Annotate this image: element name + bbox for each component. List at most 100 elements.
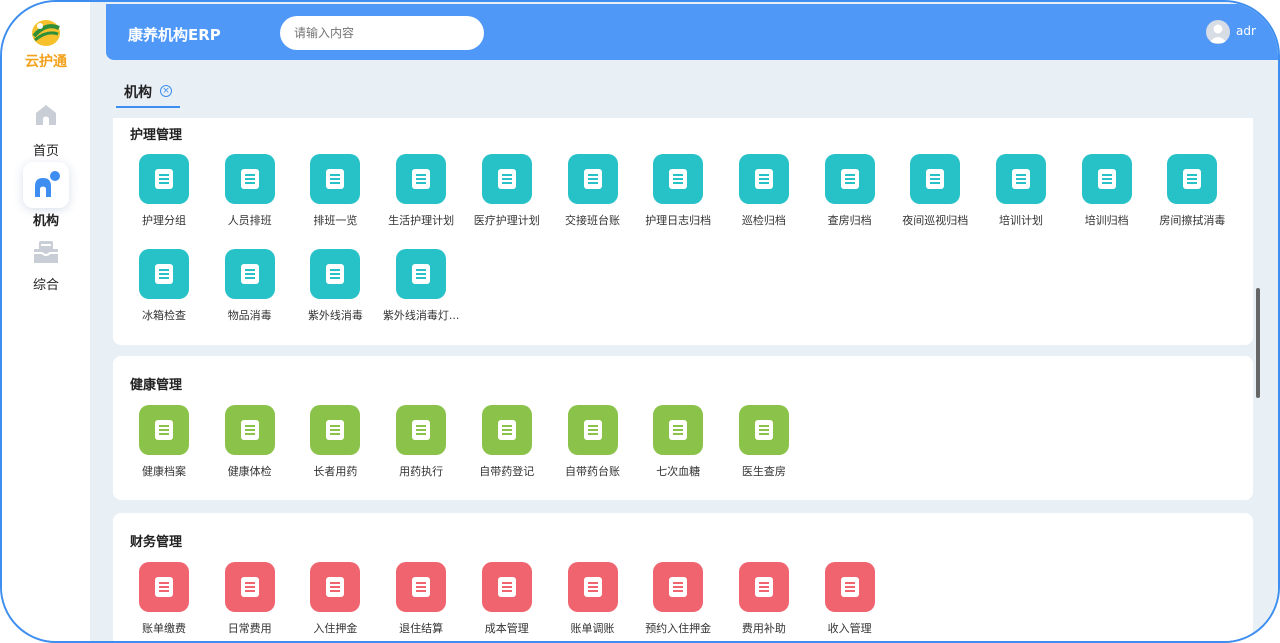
logo-icon (32, 20, 60, 46)
app-title: 康养机构ERP (128, 26, 221, 44)
menu-item-label: 冰箱检查 (142, 309, 186, 322)
menu-item-label: 用药执行 (399, 465, 444, 478)
menu-item[interactable]: 七次血糖 (635, 405, 721, 479)
menu-item[interactable]: 退住结算 (378, 562, 464, 636)
sidebar-item-label: 首页 (32, 144, 59, 159)
user-name[interactable]: adm (1236, 24, 1256, 38)
care-plan-icon (396, 154, 447, 204)
menu-item[interactable]: 培训计划 (978, 154, 1064, 228)
menu-item[interactable]: 成本管理 (464, 562, 550, 636)
home-icon (36, 105, 56, 125)
close-icon[interactable]: × (160, 85, 172, 97)
menu-item[interactable]: 护理分组 (121, 154, 207, 228)
menu-item-label: 人员排班 (227, 214, 272, 227)
app-window: 云护通 首页 机构 综合 康养机构ERP 请输入内容 ad 机构 × 护理管理 … (0, 0, 1280, 643)
ward-round-icon (824, 154, 875, 204)
menu-item-label: 收入管理 (827, 622, 872, 635)
tab-label: 机构 (124, 85, 152, 101)
menu-item[interactable]: 健康体检 (207, 405, 293, 479)
menu-item[interactable]: 交接班台账 (550, 154, 636, 228)
sidebar-item-label: 综合 (32, 278, 59, 293)
user-avatar[interactable] (1206, 20, 1230, 44)
menu-item[interactable]: 健康档案 (121, 405, 207, 479)
calendar-add-icon (224, 154, 275, 204)
menu-item[interactable]: 紫外线消毒 (292, 249, 378, 323)
menu-item[interactable]: 冰箱检查 (121, 249, 207, 323)
menu-item[interactable]: 自带药登记 (464, 405, 550, 479)
menu-item[interactable]: 日常费用 (207, 562, 293, 636)
sidebar: 云护通 首页 机构 综合 (2, 2, 90, 641)
fridge-check-icon (139, 249, 189, 299)
training-archive-icon (1081, 154, 1132, 204)
menu-item-label: 健康体检 (227, 465, 272, 478)
menu-item[interactable]: 账单调账 (550, 562, 636, 636)
menu-item[interactable]: 医生查房 (721, 405, 807, 479)
menu-item-label: 医生查房 (741, 465, 786, 478)
doctor-round-icon (738, 405, 789, 455)
menu-item-label: 费用补助 (741, 622, 786, 635)
checkout-settle-icon (396, 562, 447, 612)
logo: 云护通 (22, 18, 70, 72)
menu-item-label: 交接班台账 (565, 214, 620, 227)
sidebar-item-institution[interactable]: 机构 (2, 162, 90, 229)
menu-item[interactable]: 费用补助 (721, 562, 807, 636)
menu-item[interactable]: 预约入住押金 (635, 562, 721, 636)
tab-institution[interactable]: 机构 × (116, 74, 180, 108)
institution-icon (35, 171, 60, 197)
menu-item[interactable]: 巡检归档 (721, 154, 807, 228)
section-health: 健康管理 健康档案 健康体检 长者用药 用药执行 自带药登记 自带药台账 七次血糖 医生查房 (113, 356, 1253, 500)
menu-item[interactable]: 查房归档 (807, 154, 893, 228)
income-icon (824, 562, 875, 612)
menu-item-label: 房间擦拭消毒 (1159, 214, 1226, 227)
menu-item[interactable]: 医疗护理计划 (464, 154, 550, 228)
menu-item[interactable]: 夜间巡视归档 (892, 154, 978, 228)
menu-item[interactable]: 护理日志归档 (635, 154, 721, 228)
menu-item-label: 夜间巡视归档 (902, 214, 969, 227)
medicine-ledger-icon (567, 405, 618, 455)
menu-item[interactable]: 收入管理 (807, 562, 893, 636)
menu-item-label: 长者用药 (313, 465, 358, 478)
menu-item[interactable]: 排班一览 (292, 154, 378, 228)
daily-expense-icon (224, 562, 275, 612)
section-title: 健康管理 (130, 378, 183, 393)
menu-item-label: 自带药登记 (479, 465, 535, 478)
menu-item[interactable]: 紫外线消毒灯... (378, 249, 464, 323)
checkup-icon (224, 405, 275, 455)
inbox-icon (34, 241, 58, 263)
menu-item[interactable]: 用药执行 (378, 405, 464, 479)
menu-item-label: 培训计划 (999, 214, 1043, 227)
nursing-group-icon (139, 154, 189, 204)
menu-item[interactable]: 人员排班 (207, 154, 293, 228)
handover-ledger-icon (567, 154, 618, 204)
menu-item-label: 医疗护理计划 (473, 214, 540, 227)
search-input[interactable] (280, 16, 484, 50)
uv-lamp-icon (396, 249, 447, 299)
menu-item[interactable]: 账单缴费 (121, 562, 207, 636)
menu-item-label: 账单缴费 (142, 622, 186, 635)
menu-item[interactable]: 生活护理计划 (378, 154, 464, 228)
cost-icon (481, 562, 532, 612)
menu-item[interactable]: 自带药台账 (550, 405, 636, 479)
menu-item-label: 培训归档 (1084, 214, 1129, 227)
menu-item[interactable]: 长者用药 (292, 405, 378, 479)
bill-payment-icon (139, 562, 189, 612)
section-finance: 财务管理 账单缴费 日常费用 入住押金 退住结算 成本管理 账单调账 预约入住押金 费用补助 收… (113, 513, 1253, 641)
menu-item-label: 紫外线消毒灯... (382, 309, 460, 322)
menu-item[interactable]: 物品消毒 (207, 249, 293, 323)
menu-item-label: 入住押金 (313, 622, 358, 635)
menu-item-label: 成本管理 (484, 622, 529, 635)
reserve-deposit-icon (653, 562, 704, 612)
menu-item-label: 七次血糖 (656, 465, 701, 478)
menu-item-label: 护理日志归档 (645, 214, 712, 227)
uv-disinfect-icon (310, 249, 361, 299)
menu-item-label: 紫外线消毒 (307, 309, 363, 322)
scrollbar[interactable] (1256, 288, 1260, 398)
menu-item[interactable]: 入住押金 (292, 562, 378, 636)
sidebar-item-general[interactable]: 综合 (2, 232, 90, 293)
medical-plan-icon (481, 154, 532, 204)
menu-item[interactable]: 房间擦拭消毒 (1149, 154, 1235, 228)
menu-item[interactable]: 培训归档 (1064, 154, 1150, 228)
sidebar-item-home[interactable]: 首页 (2, 92, 90, 159)
menu-item-label: 账单调账 (570, 622, 615, 635)
menu-item-label: 生活护理计划 (388, 214, 455, 227)
